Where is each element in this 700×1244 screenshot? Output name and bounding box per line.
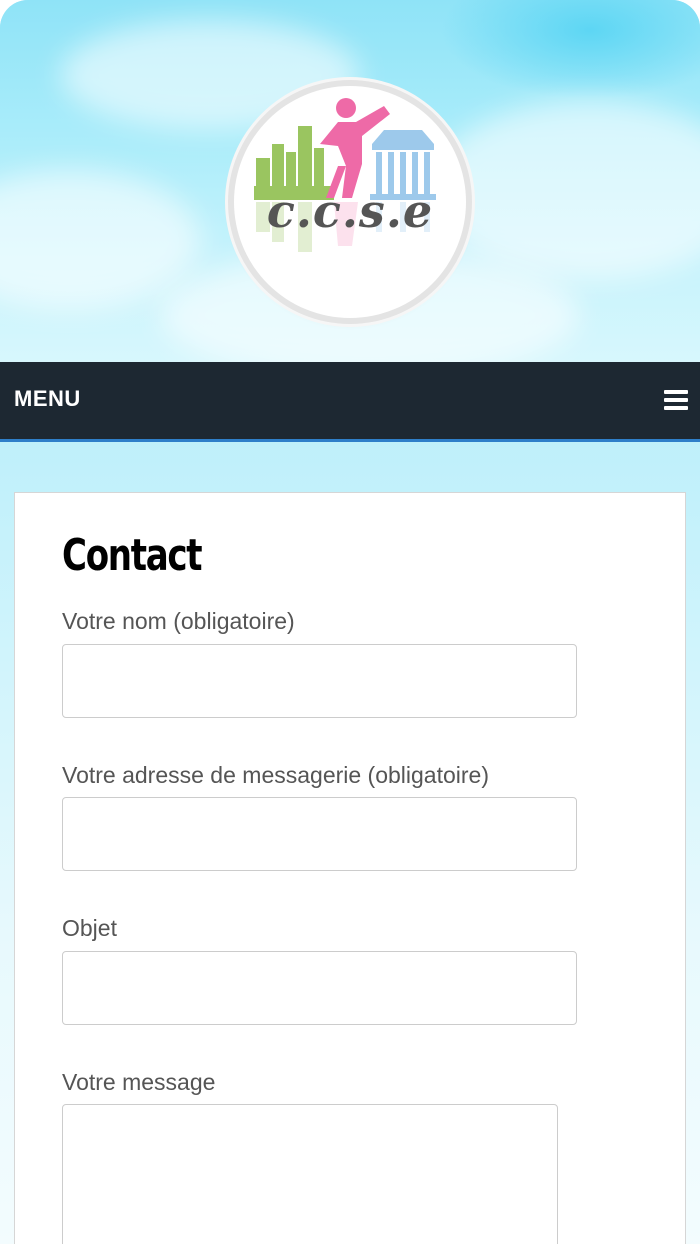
hamburger-line [664,398,688,402]
logo-text: c.c.s.e [266,184,434,238]
menu-label[interactable]: MENU [14,386,81,412]
name-label: Votre nom (obligatoire) [62,608,295,634]
message-label: Votre message [62,1069,216,1095]
hamburger-line [664,406,688,410]
page-title: Contact [62,530,203,581]
menu-bar[interactable]: MENU [0,362,700,442]
sky-highlight [440,0,700,100]
site-logo[interactable]: c.c.s.e [234,86,466,318]
hamburger-icon[interactable] [664,390,688,410]
email-label: Votre adresse de messagerie (obligatoire… [62,762,490,788]
subject-input[interactable] [62,951,577,1025]
message-textarea[interactable] [62,1104,558,1244]
cloud [430,100,700,280]
site-header: c.c.s.e [0,0,700,362]
subject-label: Objet [62,915,117,941]
email-input[interactable] [62,797,577,871]
name-input[interactable] [62,644,577,718]
screen: c.c.s.e MENU Contact Votre nom (obligato… [0,0,700,1244]
cloud [0,170,200,310]
hamburger-line [664,390,688,394]
